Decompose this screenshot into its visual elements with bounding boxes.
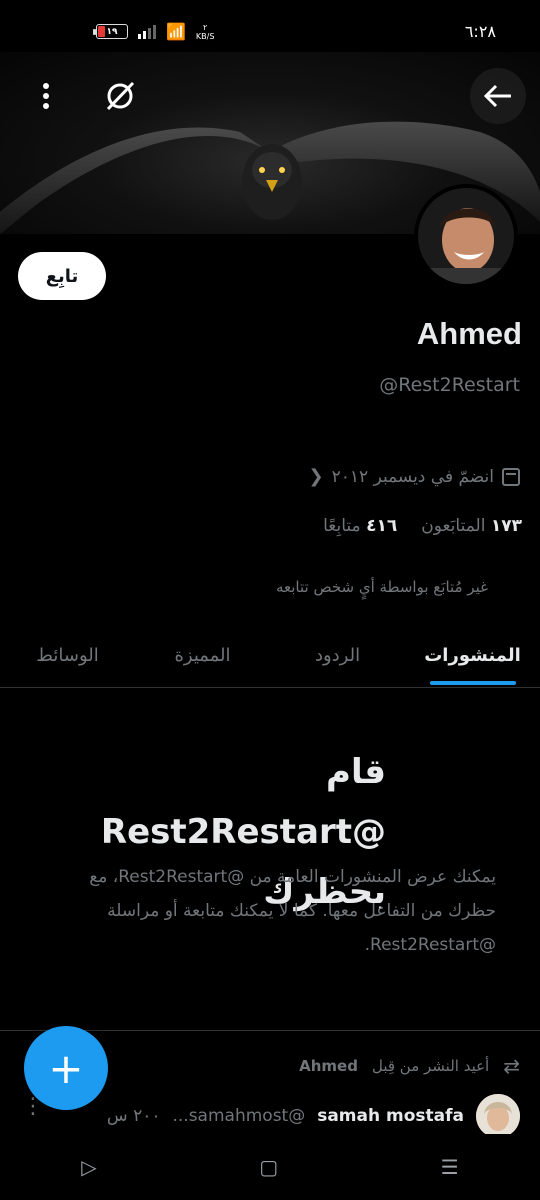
battery-level: ١٩ bbox=[106, 26, 118, 37]
following-count: ٤١٦ bbox=[366, 516, 398, 536]
repost-context: ⇄ أعيد النشر من قِبل Ahmed bbox=[299, 1054, 520, 1078]
profile-handle: @Rest2Restart bbox=[379, 374, 520, 396]
clock: ٦:٢٨ bbox=[464, 22, 496, 41]
status-bar: ١٩ 📶 ٢ KB/S ٦:٢٨ bbox=[0, 0, 540, 60]
follow-button[interactable]: تابِع bbox=[18, 252, 106, 300]
nav-home-icon[interactable]: ▢ bbox=[259, 1155, 278, 1179]
network-speed-unit: KB/S bbox=[195, 31, 215, 41]
more-options-button[interactable] bbox=[18, 68, 74, 124]
followers-label: المتابَعون bbox=[421, 516, 486, 536]
tweet-author[interactable]: samah mostafa bbox=[317, 1106, 464, 1126]
battery-icon: ١٩ bbox=[93, 24, 128, 39]
tab-posts[interactable]: المنشورات bbox=[405, 624, 540, 687]
joined-date[interactable]: انضمّ في ديسمبر ٢٠١٢ ❮ bbox=[309, 466, 520, 487]
following-stat[interactable]: ٤١٦ متابِعًا bbox=[323, 516, 397, 536]
tab-replies[interactable]: الردود bbox=[270, 624, 405, 687]
eye-off-icon bbox=[106, 81, 135, 111]
tweet-avatar[interactable] bbox=[476, 1094, 520, 1138]
system-icons: ١٩ 📶 ٢ KB/S bbox=[93, 22, 215, 41]
followers-stat[interactable]: ١٧٣ المتابَعون bbox=[421, 516, 522, 536]
avatar-photo bbox=[418, 188, 514, 284]
tab-media[interactable]: الوسائط bbox=[0, 624, 135, 687]
system-nav-bar: ▷ ▢ ☰ bbox=[0, 1134, 540, 1200]
repost-prefix: أعيد النشر من قِبل bbox=[371, 1057, 490, 1075]
nav-recents-icon[interactable]: ☰ bbox=[441, 1155, 459, 1179]
not-followed-note: غير مُتابَع بواسطة أيٍ شخص تتابعه bbox=[275, 578, 488, 596]
following-label: متابِعًا bbox=[323, 516, 361, 536]
tweet-time: ٢٠٠ س bbox=[106, 1106, 161, 1126]
repost-by: Ahmed bbox=[299, 1057, 358, 1075]
compose-button[interactable]: + bbox=[24, 1026, 108, 1110]
arrow-left-icon bbox=[483, 84, 511, 108]
tweet-header[interactable]: samah mostafa @samahmost... ٢٠٠ س bbox=[20, 1094, 520, 1138]
network-speed: ٢ KB/S bbox=[196, 23, 215, 41]
tweet-avatar-photo bbox=[476, 1094, 520, 1138]
follow-stats: ١٧٣ المتابَعون ٤١٦ متابِعًا bbox=[323, 516, 522, 536]
tweet-handle[interactable]: @samahmost... bbox=[172, 1106, 305, 1126]
back-button[interactable] bbox=[470, 68, 526, 124]
nav-back-icon[interactable]: ▷ bbox=[81, 1155, 96, 1179]
more-vertical-icon bbox=[43, 83, 49, 109]
tab-highlights[interactable]: المميزة bbox=[135, 624, 270, 687]
repost-icon: ⇄ bbox=[503, 1054, 520, 1078]
chevron-icon: ❮ bbox=[308, 466, 324, 487]
mute-button[interactable] bbox=[92, 68, 148, 124]
profile-tabs: المنشورات الردود المميزة الوسائط bbox=[0, 624, 540, 688]
profile-avatar[interactable] bbox=[414, 184, 518, 288]
plus-icon: + bbox=[48, 1043, 84, 1093]
blocked-description: يمكنك عرض المنشورات العامة من @Rest2Rest… bbox=[89, 867, 496, 955]
followers-count: ١٧٣ bbox=[490, 516, 522, 536]
joined-text: انضمّ في ديسمبر ٢٠١٢ bbox=[331, 466, 494, 487]
profile-name: Ahmed bbox=[416, 316, 522, 351]
wifi-icon: 📶 bbox=[166, 22, 186, 41]
network-speed-value: ٢ bbox=[203, 22, 208, 32]
calendar-icon bbox=[502, 467, 520, 486]
signal-icon bbox=[138, 24, 156, 39]
